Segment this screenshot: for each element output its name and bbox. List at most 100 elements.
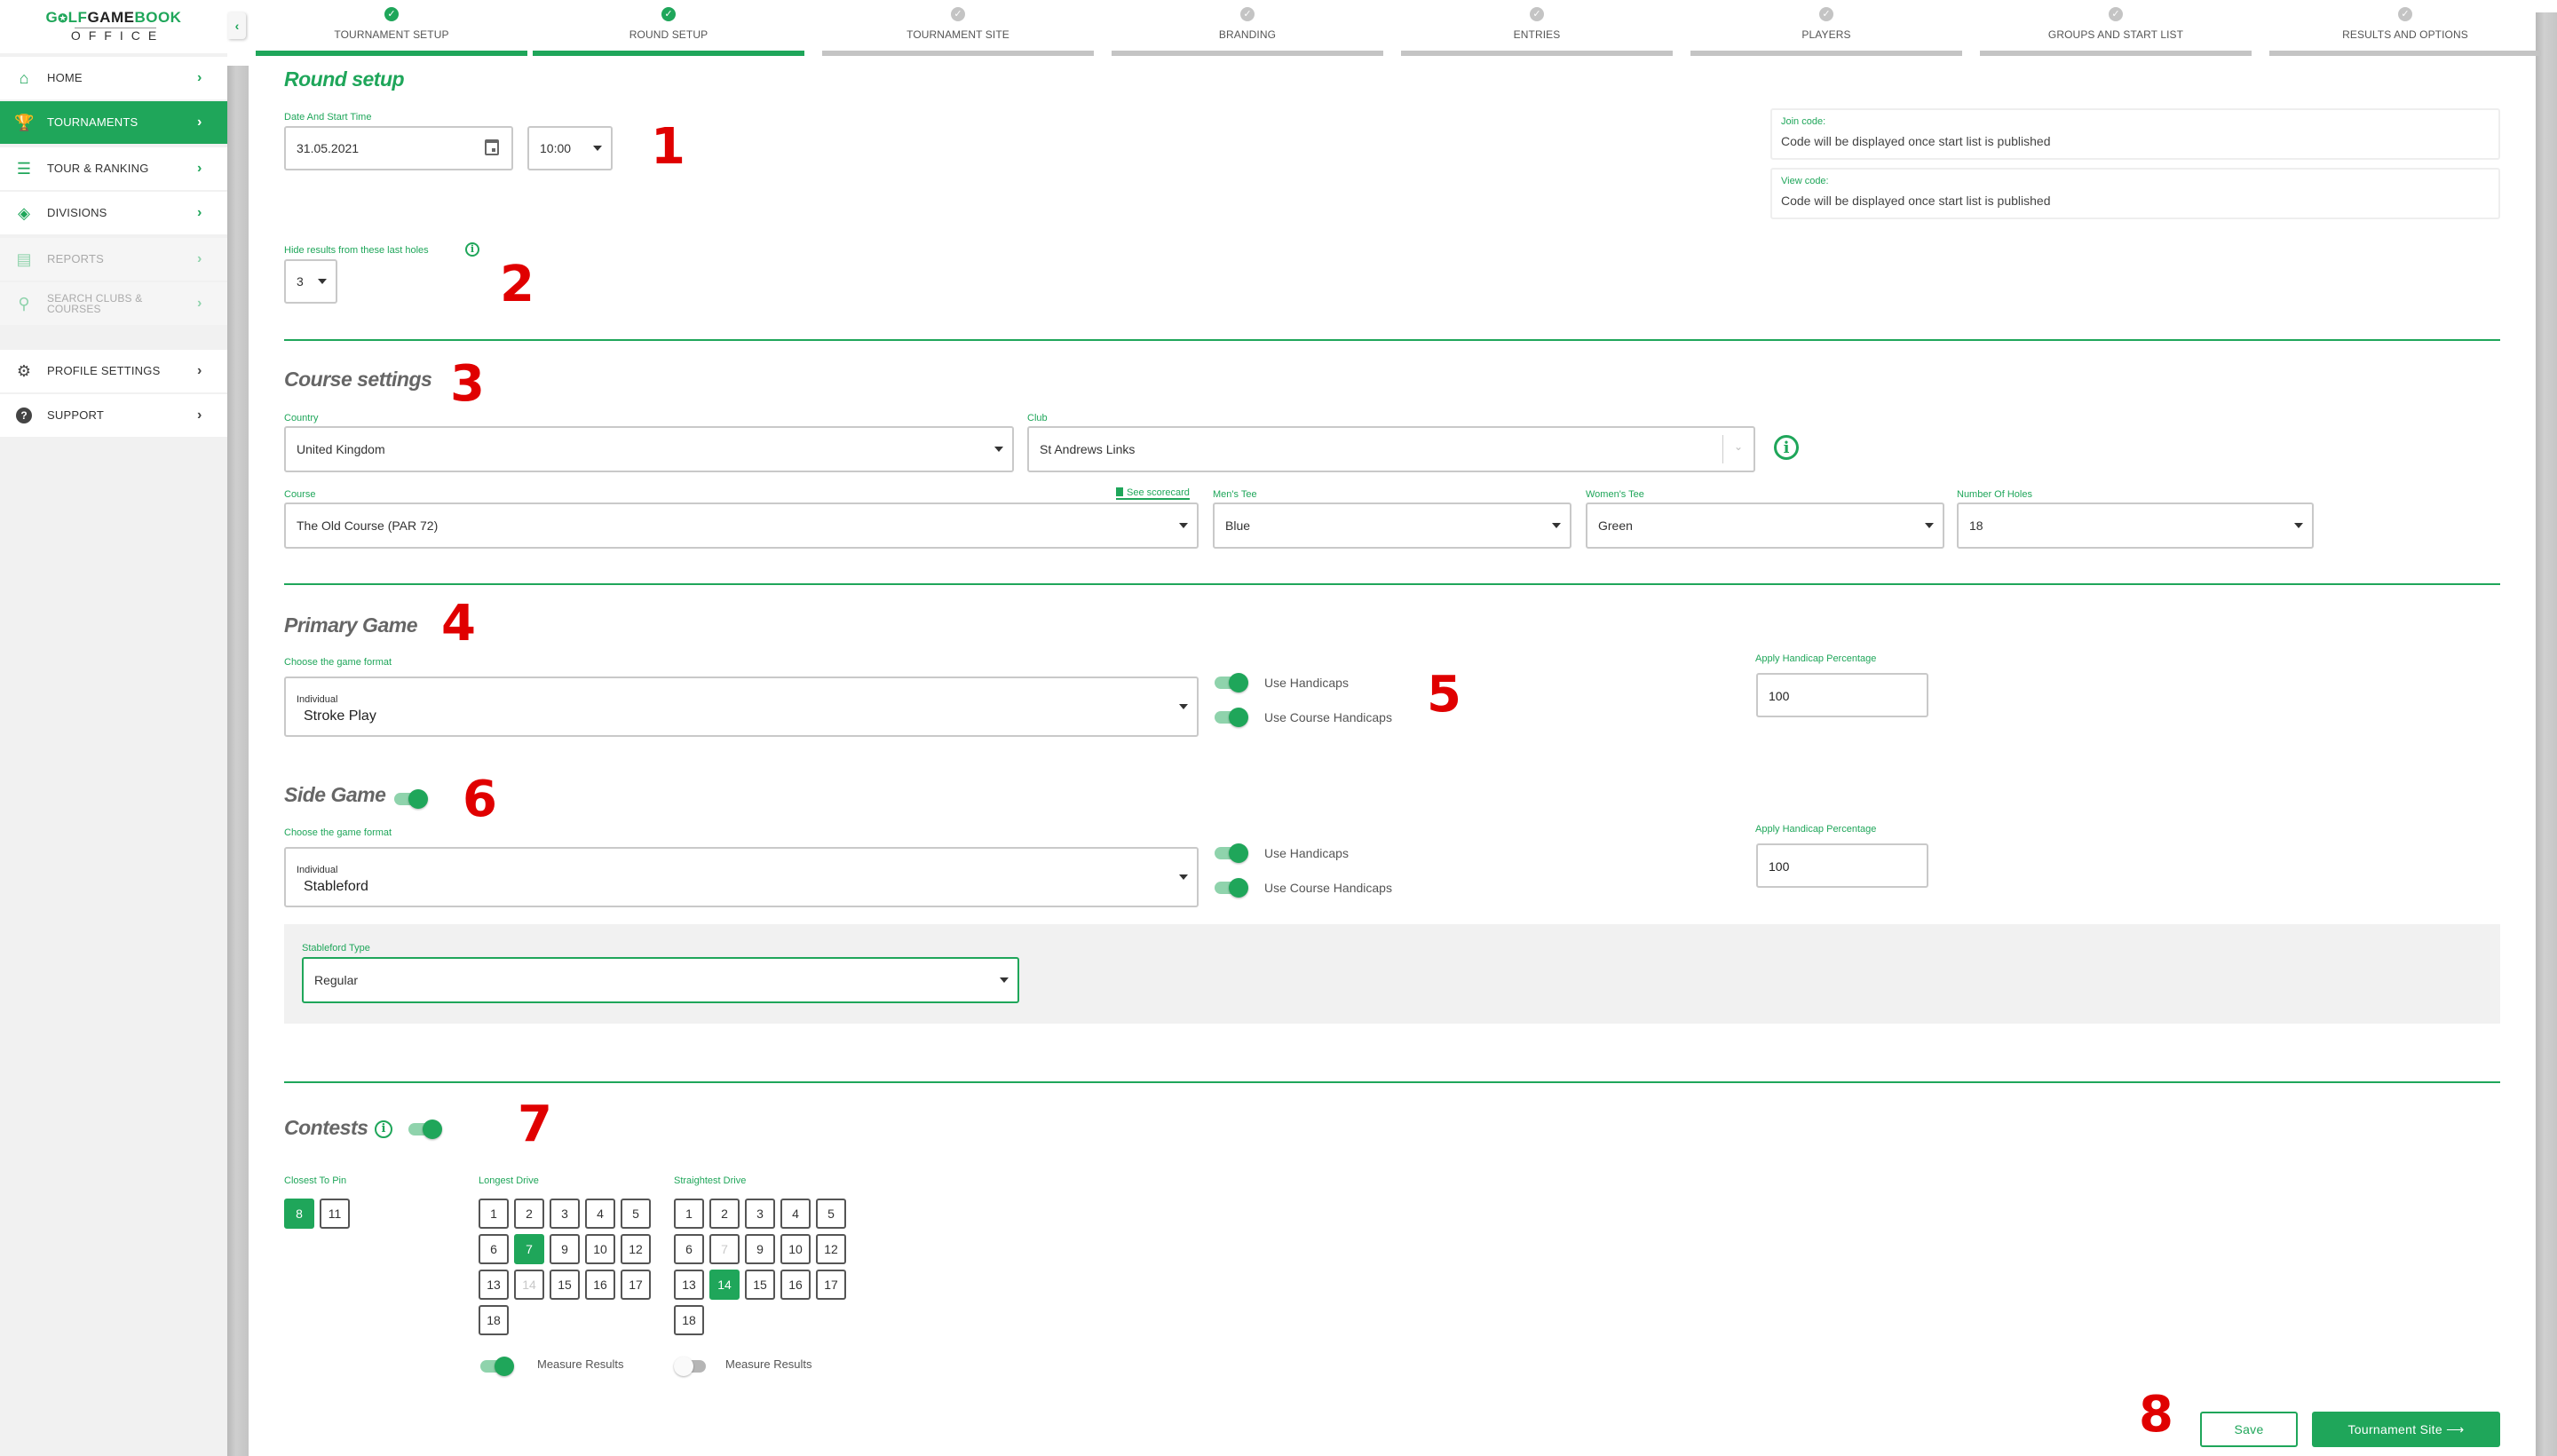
step-tournament-setup[interactable]: ✓ TOURNAMENT SETUP [256,0,527,57]
hole-button[interactable]: 5 [621,1199,651,1229]
course-select[interactable]: The Old Course (PAR 72) [284,502,1199,549]
check-circle-icon: ✓ [1819,7,1833,21]
chevron-down-icon[interactable]: ⌄ [1734,440,1743,453]
club-select[interactable]: St Andrews Links ⌄ [1027,426,1755,472]
sidebar-item-divisions[interactable]: ◈ DIVISIONS › [0,192,227,234]
step-label: BRANDING [1218,28,1277,41]
step-tournament-site[interactable]: ✓ TOURNAMENT SITE [822,0,1094,57]
scorecard-icon [1116,487,1123,496]
hole-button[interactable]: 10 [585,1234,615,1264]
sidebar-item-support[interactable]: ? SUPPORT › [0,394,227,437]
hole-button[interactable]: 1 [674,1199,704,1229]
side-handicap-pct-input[interactable]: 100 [1756,843,1928,888]
hole-button[interactable]: 15 [550,1270,580,1300]
hole-button[interactable]: 12 [621,1234,651,1264]
hole-button[interactable]: 13 [479,1270,509,1300]
side-game-toggle[interactable] [392,789,428,809]
hole-button[interactable]: 10 [780,1234,811,1264]
hole-button[interactable]: 3 [745,1199,775,1229]
format-type: Individual [297,865,338,875]
hole-button[interactable]: 11 [320,1199,350,1229]
view-code-label: View code: [1781,176,1829,186]
hole-button[interactable]: 7 [514,1234,544,1264]
hole-button[interactable]: 9 [745,1234,775,1264]
step-groups-and-start-list[interactable]: ✓ GROUPS AND START LIST [1980,0,2252,57]
hole-button[interactable]: 13 [674,1270,704,1300]
step-label: ENTRIES [1513,28,1561,41]
womens-tee-label: Women's Tee [1586,489,1644,500]
hole-button[interactable]: 6 [479,1234,509,1264]
hole-button[interactable]: 4 [585,1199,615,1229]
holes-select[interactable]: 18 [1957,502,2314,549]
sidebar-item-reports[interactable]: ▤ REPORTS › [0,238,227,281]
logo-part: BOOK [134,9,182,26]
primary-format-select[interactable]: Individual Stroke Play [284,677,1199,737]
hole-button[interactable]: 16 [585,1270,615,1300]
hole-button[interactable]: 5 [816,1199,846,1229]
start-time-select[interactable]: 10:00 [527,126,613,170]
mens-tee-select[interactable]: Blue [1213,502,1571,549]
hole-button[interactable]: 17 [621,1270,651,1300]
hole-button[interactable]: 12 [816,1234,846,1264]
info-icon[interactable]: i [465,242,479,257]
contests-info-icon[interactable]: i [375,1120,392,1138]
primary-handicap-pct-input[interactable]: 100 [1756,673,1928,717]
hole-button[interactable]: 9 [550,1234,580,1264]
club-info-icon[interactable]: i [1774,435,1799,460]
step-entries[interactable]: ✓ ENTRIES [1401,0,1673,57]
collapse-sidebar-button[interactable]: ‹ [228,12,246,39]
hole-button[interactable]: 6 [674,1234,704,1264]
hole-button[interactable]: 3 [550,1199,580,1229]
hole-button[interactable]: 8 [284,1199,314,1229]
save-button[interactable]: Save [2200,1412,2298,1447]
primary-use-handicaps-toggle[interactable] [1213,673,1248,692]
sidebar-item-home[interactable]: ⌂ HOME › [0,57,227,99]
hole-button[interactable]: 16 [780,1270,811,1300]
country-select[interactable]: United Kingdom [284,426,1014,472]
longest-drive-label: Longest Drive [479,1175,539,1186]
see-scorecard-link[interactable]: See scorecard [1116,487,1190,500]
sidebar-item-tour-ranking[interactable]: ☰ TOUR & RANKING › [0,147,227,190]
hole-button[interactable]: 2 [514,1199,544,1229]
date-input[interactable]: 31.05.2021 [284,126,513,170]
hole-button[interactable]: 1 [479,1199,509,1229]
hole-button[interactable]: 18 [479,1305,509,1335]
hole-button[interactable]: 15 [745,1270,775,1300]
calendar-icon[interactable] [485,139,499,155]
hide-results-select[interactable]: 3 [284,259,337,304]
app-logo[interactable]: G✪LFGAMEBOOK OFFICE [0,0,227,53]
step-players[interactable]: ✓ PLAYERS [1690,0,1962,57]
side-use-course-handicaps-toggle[interactable] [1213,878,1248,898]
toggle-knob [1229,708,1248,727]
hole-button[interactable]: 17 [816,1270,846,1300]
hole-button[interactable]: 2 [709,1199,740,1229]
check-circle-icon: ✓ [1530,7,1544,21]
sidebar: G✪LFGAMEBOOK OFFICE ⌂ HOME › 🏆 TOURNAMENTS › ☰… [0,0,227,1456]
side-format-select[interactable]: Individual Stableford [284,847,1199,907]
side-use-handicaps-toggle[interactable] [1213,843,1248,863]
sidebar-item-label: DIVISIONS [47,206,107,219]
toggle-knob [674,1357,693,1376]
sidebar-item-tournaments[interactable]: 🏆 TOURNAMENTS › [0,101,227,144]
hole-button[interactable]: 4 [780,1199,811,1229]
step-round-setup[interactable]: ✓ ROUND SETUP [533,0,804,57]
chevron-right-icon: › [197,161,202,176]
hole-button[interactable]: 18 [674,1305,704,1335]
step-branding[interactable]: ✓ BRANDING [1112,0,1383,57]
step-results-and-options[interactable]: ✓ RESULTS AND OPTIONS [2269,0,2541,57]
stableford-type-select[interactable]: Regular [302,957,1019,1003]
longest-drive-measure-toggle[interactable] [479,1357,514,1376]
hole-button[interactable]: 14 [709,1270,740,1300]
contests-toggle[interactable] [407,1120,442,1139]
sidebar-item-search-clubs[interactable]: ⚲ SEARCH CLUBS & COURSES › [0,282,227,325]
join-code-label: Join code: [1781,116,1826,127]
sidebar-item-profile-settings[interactable]: ⚙ PROFILE SETTINGS › [0,350,227,392]
womens-tee-select[interactable]: Green [1586,502,1944,549]
tournament-site-button[interactable]: Tournament Site ⟶ [2312,1412,2500,1447]
primary-use-course-handicaps-toggle[interactable] [1213,708,1248,727]
logo-part: GAME [87,9,135,26]
straightest-drive-measure-toggle[interactable] [674,1357,709,1376]
golfer-icon: ✪ [58,12,68,25]
scrollbar[interactable] [2536,12,2557,1456]
side-use-course-handicaps-label: Use Course Handicaps [1264,881,1392,895]
